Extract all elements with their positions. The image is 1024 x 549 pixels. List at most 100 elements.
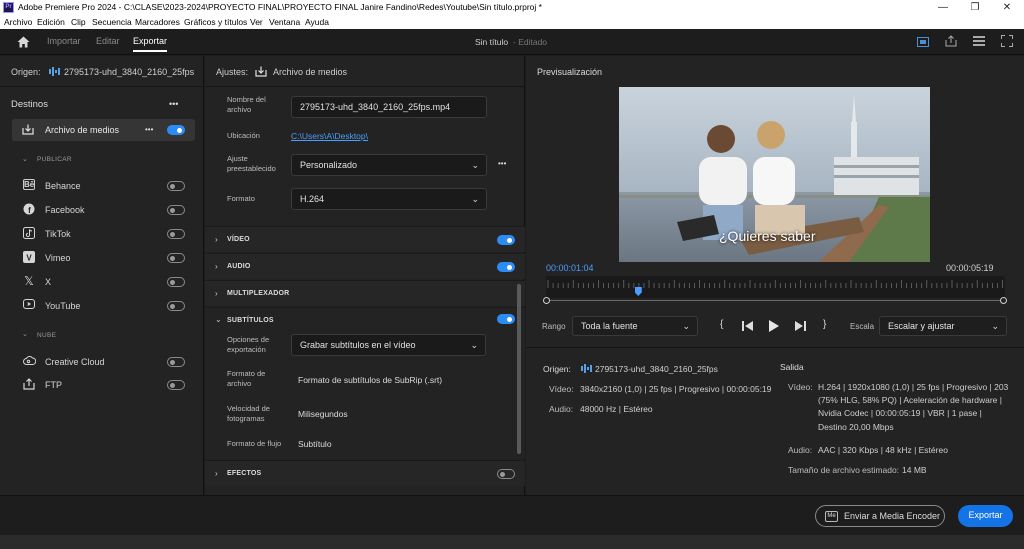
menu-graficos[interactable]: Gráficos y títulos — [184, 17, 247, 27]
tab-importar[interactable]: Importar — [47, 36, 81, 46]
out-point-handle[interactable] — [1000, 297, 1007, 304]
mark-out-icon[interactable]: } — [823, 319, 826, 330]
send-to-media-encoder-button[interactable]: Me Enviar a Media Encoder — [815, 505, 945, 527]
destinations-more-button[interactable]: ••• — [169, 99, 178, 109]
effects-toggle[interactable] — [497, 469, 515, 479]
preset-label: Ajuste preestablecido — [227, 154, 276, 173]
destination-label: YouTube — [45, 301, 81, 311]
menu-ventana[interactable]: Ventana — [269, 17, 300, 27]
destination-vimeo[interactable]: V Vimeo — [0, 248, 204, 268]
range-bar[interactable] — [546, 300, 1003, 301]
facebook-icon: f — [22, 203, 36, 216]
chevron-down-icon: ⌄ — [470, 340, 478, 350]
export-button[interactable]: Exportar — [958, 505, 1013, 527]
section-effects[interactable]: › EFECTOS — [205, 460, 525, 486]
section-subtitles[interactable]: ⌄ SUBTÍTULOS Opciones de exportación Gra… — [205, 307, 525, 459]
media-file-more-button[interactable]: ••• — [145, 125, 153, 134]
settings-value: Archivo de medios — [273, 67, 348, 77]
play-icon[interactable] — [769, 320, 779, 332]
minimize-button[interactable]: — — [928, 0, 958, 15]
tiktok-toggle[interactable] — [167, 229, 185, 239]
tiktok-icon — [22, 227, 36, 240]
subtitle-caption: ¿Quieres saber — [719, 228, 816, 244]
close-window-button[interactable]: ✕ — [992, 0, 1022, 15]
share-icon[interactable] — [945, 35, 957, 47]
tab-exportar[interactable]: Exportar — [133, 36, 168, 52]
quick-export-icon[interactable] — [917, 37, 929, 47]
chevron-down-icon[interactable]: ⌄ — [22, 330, 28, 338]
vimeo-toggle[interactable] — [167, 253, 185, 263]
destination-label: Creative Cloud — [45, 357, 105, 367]
section-audio[interactable]: › AUDIO — [205, 253, 525, 279]
destination-ftp[interactable]: FTP — [0, 375, 204, 395]
step-back-icon[interactable] — [742, 321, 754, 331]
subtitles-toggle[interactable] — [497, 314, 515, 324]
destination-behance[interactable]: Bē Behance — [0, 176, 204, 196]
range-select[interactable]: Toda la fuente ⌄ — [572, 316, 698, 336]
section-multiplexer[interactable]: › MULTIPLEXADOR — [205, 280, 525, 306]
youtube-icon — [22, 299, 36, 312]
media-encoder-icon: Me — [825, 511, 838, 522]
timeline-ruler[interactable] — [546, 276, 1005, 298]
source-audio-label: Audio: — [549, 404, 574, 414]
send-to-media-encoder-label: Enviar a Media Encoder — [844, 511, 941, 521]
destination-facebook[interactable]: f Facebook — [0, 200, 204, 220]
x-toggle[interactable] — [167, 277, 185, 287]
facebook-toggle[interactable] — [167, 205, 185, 215]
chevron-down-icon[interactable]: ⌄ — [22, 155, 28, 163]
preview-panel: Previsualización ¿Quieres saber 00:00:01… — [526, 56, 1024, 495]
menu-archivo[interactable]: Archivo — [4, 17, 32, 27]
ftp-toggle[interactable] — [167, 380, 185, 390]
fullscreen-icon[interactable] — [1001, 35, 1013, 47]
media-file-export-icon — [22, 124, 34, 135]
destination-creative-cloud[interactable]: Creative Cloud — [0, 352, 204, 372]
destination-label: TikTok — [45, 229, 71, 239]
destination-label: FTP — [45, 380, 62, 390]
vimeo-icon: V — [22, 251, 36, 264]
current-timecode[interactable]: 00:00:01:04 — [546, 263, 594, 273]
section-video[interactable]: › VÍDEO — [205, 226, 525, 252]
mark-in-icon[interactable]: { — [720, 319, 723, 330]
export-options-select[interactable]: Grabar subtítulos en el vídeo ⌄ — [291, 334, 486, 356]
menu-clip[interactable]: Clip — [71, 17, 86, 27]
preset-select[interactable]: Personalizado ⌄ — [291, 154, 487, 176]
scale-select[interactable]: Escalar y ajustar ⌄ — [879, 316, 1007, 336]
scale-value: Escalar y ajustar — [888, 321, 955, 331]
destination-x[interactable]: 𝕏 X — [0, 272, 204, 292]
location-link[interactable]: C:\Users\A\Desktop\ — [291, 131, 368, 141]
home-icon[interactable] — [17, 36, 30, 48]
menu-marcadores[interactable]: Marcadores — [135, 17, 180, 27]
menu-bar: Archivo Edición Clip Secuencia Marcadore… — [0, 15, 1024, 29]
settings-scrollbar[interactable] — [517, 284, 521, 454]
maximize-button[interactable]: ❐ — [960, 0, 990, 15]
youtube-toggle[interactable] — [167, 301, 185, 311]
media-file-toggle[interactable] — [167, 125, 185, 135]
project-name: Sin título — [475, 37, 509, 47]
destinations-panel: Origen: 2795173-uhd_3840_2160_25fps Dest… — [0, 56, 204, 495]
format-select[interactable]: H.264 ⌄ — [291, 188, 487, 210]
divider — [205, 86, 525, 87]
filename-input[interactable]: 2795173-uhd_3840_2160_25fps.mp4 — [291, 96, 487, 118]
menu-ver[interactable]: Ver — [250, 17, 263, 27]
chevron-down-icon: ⌄ — [471, 194, 479, 204]
tab-editar[interactable]: Editar — [96, 36, 120, 46]
destination-tiktok[interactable]: TikTok — [0, 224, 204, 244]
destination-youtube[interactable]: YouTube — [0, 296, 204, 316]
in-point-handle[interactable] — [543, 297, 550, 304]
video-toggle[interactable] — [497, 235, 515, 245]
output-title: Salida — [780, 362, 804, 372]
chevron-down-icon: ⌄ — [471, 160, 479, 170]
step-forward-icon[interactable] — [794, 321, 806, 331]
timeline-ticks — [547, 280, 1003, 288]
media-file-export-icon — [255, 66, 267, 77]
menu-ayuda[interactable]: Ayuda — [305, 17, 329, 27]
destination-media-file[interactable]: Archivo de medios ••• — [12, 119, 195, 141]
workspaces-icon[interactable] — [973, 36, 985, 46]
export-options-label: Opciones de exportación — [227, 335, 270, 354]
audio-toggle[interactable] — [497, 262, 515, 272]
creative-cloud-toggle[interactable] — [167, 357, 185, 367]
menu-edicion[interactable]: Edición — [37, 17, 65, 27]
behance-toggle[interactable] — [167, 181, 185, 191]
preset-more-button[interactable]: ••• — [498, 159, 506, 168]
menu-secuencia[interactable]: Secuencia — [92, 17, 132, 27]
